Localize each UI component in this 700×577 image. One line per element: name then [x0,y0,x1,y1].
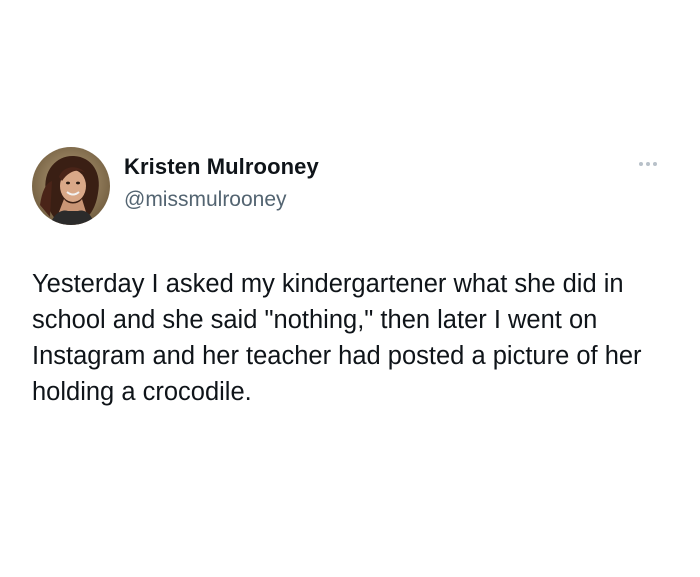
more-dot [653,162,657,166]
profile-photo-icon [32,147,110,225]
avatar[interactable] [32,147,110,225]
author-handle[interactable]: @missmulrooney [124,186,287,214]
more-dot [646,162,650,166]
more-options-icon[interactable] [634,156,662,172]
tweet-card: Kristen Mulrooney @missmulrooney Yesterd… [0,0,700,577]
author-name[interactable]: Kristen Mulrooney [124,152,319,182]
more-dot [639,162,643,166]
tweet-text: Yesterday I asked my kindergartener what… [32,270,642,406]
